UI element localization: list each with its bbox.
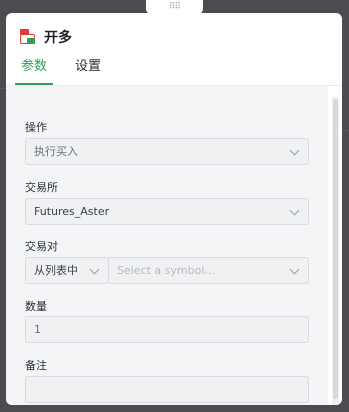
scrollbar[interactable]	[332, 97, 339, 405]
form-area: 操作 执行买入 交易所 Futures_Aster 交易对 从列表中 Selec…	[6, 85, 328, 405]
note-label: 备注	[25, 359, 47, 372]
operation-select[interactable]: 执行买入	[25, 138, 309, 165]
app-icon	[20, 29, 36, 45]
quantity-label: 数量	[25, 300, 47, 313]
tab-settings[interactable]: 设置	[75, 57, 101, 85]
operation-value: 执行买入	[34, 145, 78, 158]
scrollbar-thumb[interactable]	[333, 99, 338, 399]
tab-params[interactable]: 参数	[14, 57, 54, 85]
panel-header: 开多	[20, 27, 72, 47]
operation-label: 操作	[25, 121, 47, 134]
pair-source-value: 从列表中	[34, 264, 78, 277]
chevron-down-icon	[89, 264, 100, 275]
chevron-down-icon	[289, 264, 300, 275]
pair-source-select[interactable]: 从列表中	[25, 257, 109, 284]
symbol-select[interactable]: Select a symbol...	[108, 257, 309, 284]
node-config-panel: 开多 参数 设置 操作 执行买入 交易所 Futures_Aster 交易对 从…	[6, 13, 342, 405]
quantity-value: 1	[34, 323, 41, 336]
quantity-input[interactable]: 1	[25, 316, 309, 343]
exchange-label: 交易所	[25, 181, 58, 194]
panel-title: 开多	[44, 30, 72, 46]
pair-label: 交易对	[25, 240, 58, 253]
note-input[interactable]	[25, 376, 309, 403]
exchange-select[interactable]: Futures_Aster	[25, 198, 309, 225]
exchange-value: Futures_Aster	[34, 205, 110, 218]
tab-bar: 参数 设置	[6, 57, 342, 86]
symbol-placeholder: Select a symbol...	[117, 264, 215, 277]
drag-handle-icon[interactable]: ⠿⠿	[146, 0, 203, 14]
